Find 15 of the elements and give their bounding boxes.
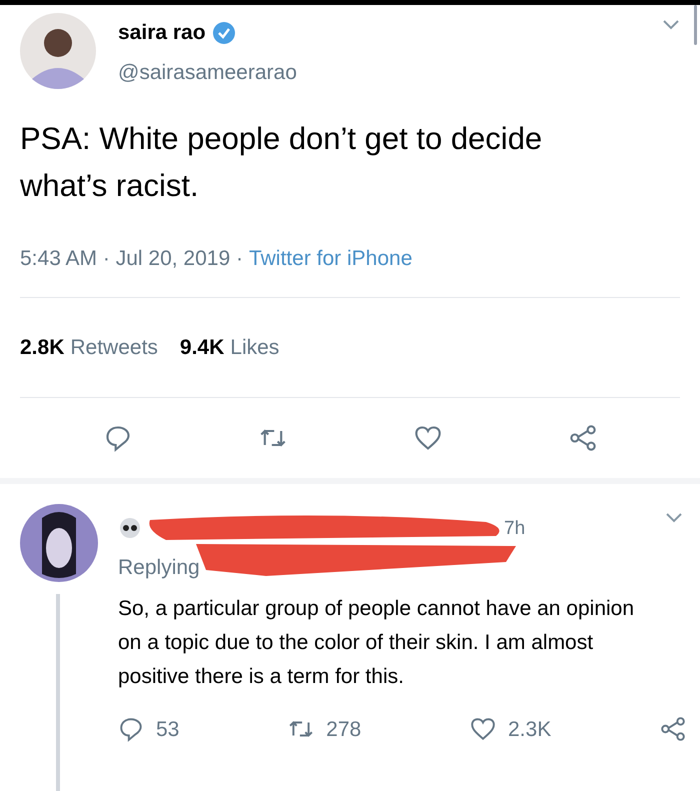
tweet-text: PSA: White people don’t get to decide what’s racist. (19, 120, 544, 205)
user-handle[interactable]: @sairasameerarao (118, 56, 297, 88)
action-count: 2.3K (508, 716, 552, 742)
stat-count: 2.8K (20, 334, 64, 360)
stat-label: Retweets (70, 334, 158, 360)
source-link[interactable]: Twitter for iPhone (248, 243, 412, 274)
stat-count: 9.4K (180, 334, 224, 360)
replying-label: Replying (118, 555, 200, 581)
reply-text: So, a particular group of people cannot have an opinion on a topic due to the color of their skin. I am almost positive there is a term for this. (118, 596, 636, 690)
action-count: 53 (156, 716, 180, 742)
tweet-timestamp: 5:43 AM · Jul 20, 2019 · (20, 246, 243, 272)
action-count: 278 (326, 716, 362, 742)
tweet-time: 7h (504, 516, 526, 541)
user-name[interactable]: saira rao (118, 17, 206, 48)
stat-label: Likes (230, 334, 280, 360)
